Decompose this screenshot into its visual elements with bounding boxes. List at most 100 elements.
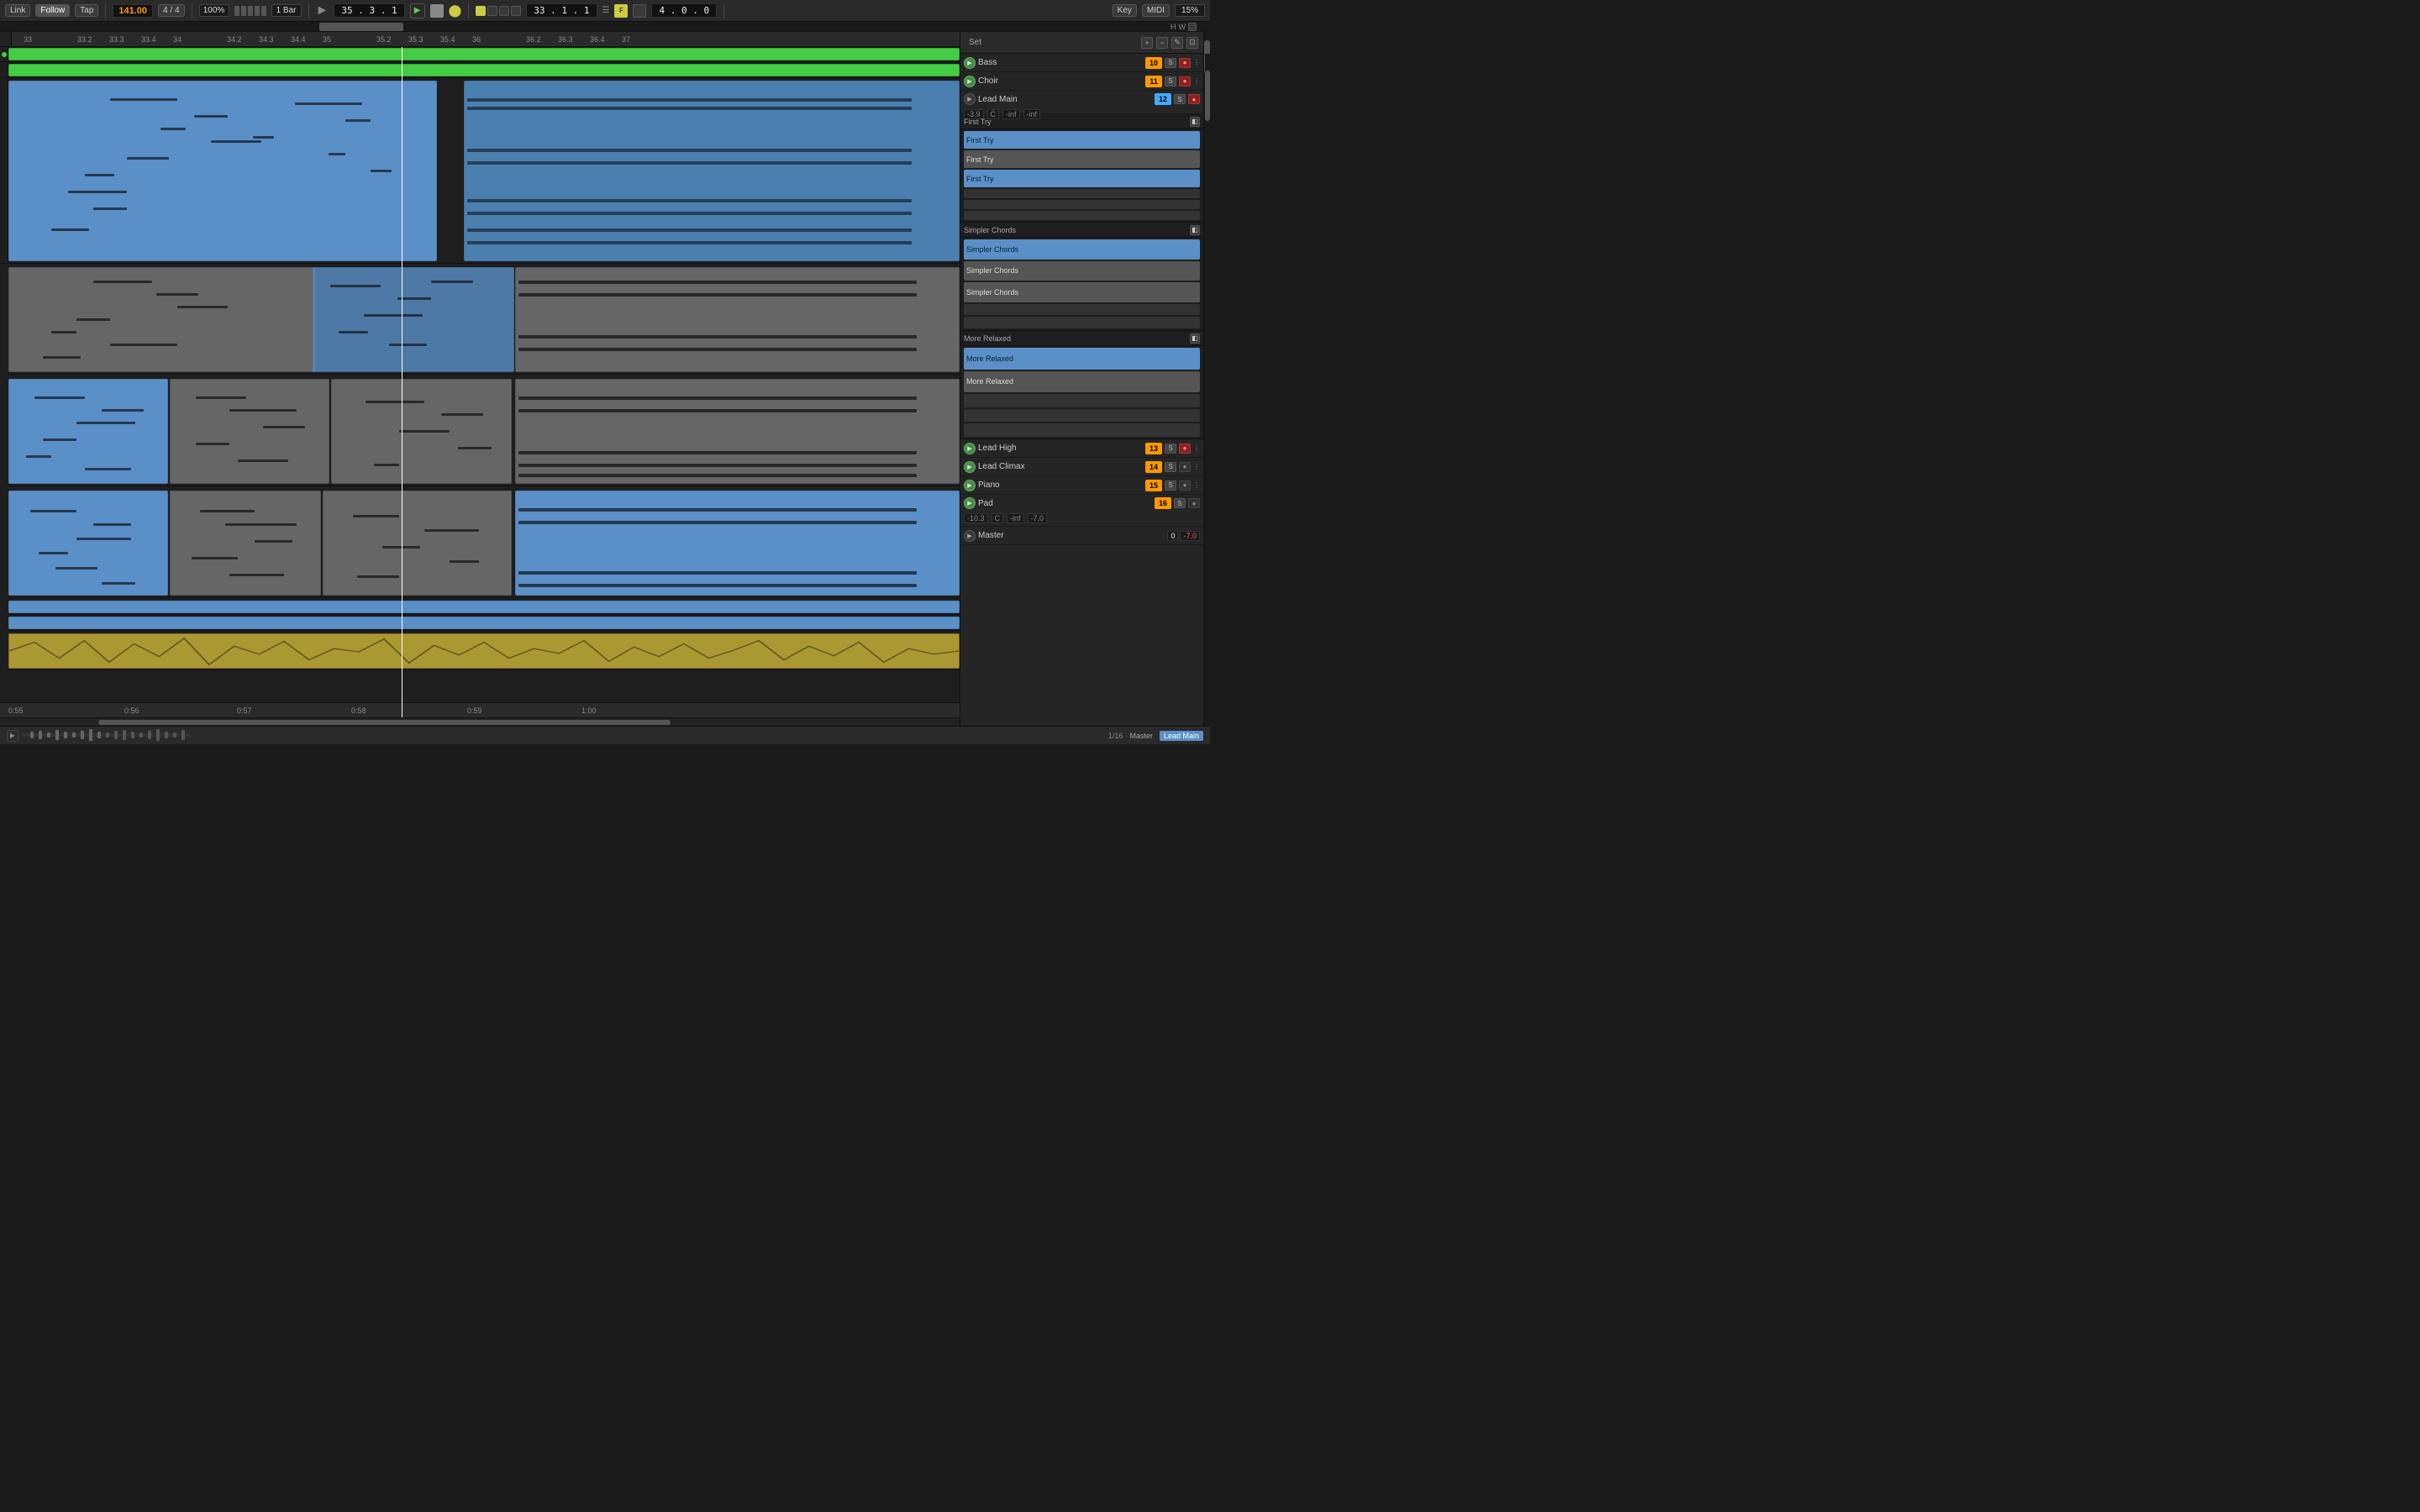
punch-icon[interactable]	[487, 6, 497, 16]
first-try-clip-2[interactable]	[313, 267, 514, 372]
loop-display[interactable]: 33 . 1 . 1	[526, 3, 597, 18]
loop-options-icon[interactable]: ☰	[602, 6, 610, 15]
simpler-clip-4[interactable]	[515, 379, 960, 484]
relaxed-clip-4[interactable]	[515, 491, 960, 596]
pad-piano-clip[interactable]	[8, 633, 960, 669]
first-try-slot-3[interactable]: First Try	[964, 170, 1200, 187]
piano-play-btn[interactable]: ▶	[964, 480, 976, 491]
simpler-clip-3[interactable]	[331, 379, 512, 484]
choir-track-num[interactable]: 11	[1145, 76, 1162, 87]
follow-button[interactable]: Follow	[35, 4, 70, 17]
relaxed-clip-1[interactable]	[8, 491, 168, 596]
quantize-display[interactable]: 1 Bar	[271, 4, 302, 17]
minus-icon[interactable]: −	[1156, 37, 1168, 49]
loop2-icon[interactable]	[633, 4, 646, 18]
first-try-clip-3[interactable]	[515, 267, 960, 372]
lead-main-r-btn[interactable]: ●	[1188, 94, 1200, 104]
first-try-slot-1[interactable]: First Try	[964, 131, 1200, 149]
tracks-area[interactable]: 0:55 0:56 0:57 0:58 0:59 1:00	[0, 47, 960, 717]
h-scrollbar[interactable]	[0, 717, 960, 726]
tempo-display[interactable]: 141.00	[113, 4, 153, 18]
lead-main-clip-1[interactable]	[8, 81, 437, 261]
relaxed-slot-3[interactable]	[964, 394, 1200, 407]
pad-s-btn[interactable]: S	[1174, 498, 1186, 508]
key-button[interactable]: Key	[1113, 4, 1137, 17]
choir-r-btn[interactable]: ●	[1179, 76, 1191, 87]
track-entry-lead-main[interactable]: ▶ Lead Main 12 S ● -3.9 C -inf -inf	[960, 91, 1203, 114]
simpler-slot-4[interactable]	[964, 304, 1200, 316]
simpler-clip-2[interactable]	[170, 379, 329, 484]
simpler-slot-2[interactable]: Simpler Chords	[964, 261, 1200, 281]
pad-r-btn[interactable]: ●	[1188, 498, 1200, 508]
pad-inf2[interactable]: -7.0	[1028, 513, 1048, 523]
bass-expand-icon[interactable]: ⋮	[1193, 59, 1200, 66]
follow-icon[interactable]: F	[614, 4, 628, 18]
simpler-clip-1[interactable]	[8, 379, 168, 484]
bass-track-num[interactable]: 10	[1145, 57, 1162, 69]
lead-main-track-num[interactable]: 12	[1155, 93, 1171, 105]
lead-high-r-btn[interactable]: ●	[1179, 444, 1191, 454]
stop-button[interactable]	[430, 4, 444, 18]
track-entry-piano[interactable]: ▶ Piano 15 S ● ⋮	[960, 476, 1203, 495]
loop-region[interactable]	[319, 23, 403, 31]
zoom-display[interactable]: 100%	[199, 4, 229, 17]
play-button[interactable]: ▶	[410, 3, 425, 18]
lead-main-s-btn[interactable]: S	[1174, 94, 1186, 104]
collapse-icon[interactable]	[1188, 23, 1197, 31]
piano-track-num[interactable]: 15	[1145, 480, 1162, 491]
pad-play-btn[interactable]: ▶	[964, 497, 976, 509]
pad-track-num[interactable]: 16	[1155, 497, 1171, 509]
simpler-collapse-icon[interactable]: ◧	[1190, 225, 1200, 235]
pad-inf1[interactable]: -inf	[1007, 513, 1024, 523]
edit-icon[interactable]: ✎	[1171, 37, 1183, 49]
lead-climax-track-num[interactable]: 14	[1145, 461, 1162, 473]
click-icon[interactable]	[499, 6, 509, 16]
link-button[interactable]: Link	[5, 4, 30, 17]
time-sig[interactable]: 4 / 4	[158, 4, 184, 17]
first-try-slot-4[interactable]	[964, 189, 1200, 198]
metro-icon[interactable]	[511, 6, 521, 16]
bass-r-btn[interactable]: ●	[1179, 58, 1191, 68]
lead-main-play-btn[interactable]: ▶	[964, 93, 976, 105]
simpler-slot-1[interactable]: Simpler Chords	[964, 239, 1200, 260]
arrow-left-icon[interactable]: ►	[316, 3, 329, 18]
track-entry-lead-climax[interactable]: ▶ Lead Climax 14 S ● ⋮	[960, 458, 1203, 476]
relaxed-clip-3[interactable]	[323, 491, 512, 596]
first-try-slot-5[interactable]	[964, 200, 1200, 209]
track-entry-lead-high[interactable]: ▶ Lead High 13 S ● ⋮	[960, 439, 1203, 458]
simpler-slot-5[interactable]	[964, 317, 1200, 328]
bass-s-btn[interactable]: S	[1165, 58, 1176, 68]
h-scroll-thumb[interactable]	[98, 720, 670, 725]
track-entry-bass[interactable]: ▶ Bass 10 S ● ⋮	[960, 54, 1203, 72]
more-relaxed-collapse-icon[interactable]: ◧	[1190, 333, 1200, 344]
camera-icon[interactable]: ⊡	[1186, 37, 1198, 49]
master-play-btn[interactable]: ▶	[964, 530, 976, 542]
choir-play-btn[interactable]: ▶	[964, 76, 976, 87]
lead-high-expand-icon[interactable]: ⋮	[1193, 444, 1200, 452]
relaxed-slot-1[interactable]: More Relaxed	[964, 348, 1200, 370]
first-try-collapse-icon[interactable]: ◧	[1190, 117, 1200, 127]
track-entry-choir[interactable]: ▶ Choir 11 S ● ⋮	[960, 72, 1203, 91]
lead-high-play-btn[interactable]: ▶	[964, 443, 976, 454]
record-button[interactable]: ⬤	[449, 3, 462, 18]
lead-high-track-num[interactable]: 13	[1145, 443, 1162, 454]
first-try-clip-1[interactable]	[8, 267, 315, 372]
loop-icon[interactable]	[476, 6, 486, 16]
loop-end-display[interactable]: 4 . 0 . 0	[651, 3, 717, 18]
piano-expand-icon[interactable]: ⋮	[1193, 481, 1200, 489]
lead-high-clip[interactable]	[8, 601, 960, 613]
pad-key[interactable]: C	[992, 513, 1004, 523]
choir-clip[interactable]	[8, 64, 960, 76]
first-try-slot-2[interactable]: First Try	[964, 150, 1200, 168]
master-db[interactable]: -7.0	[1180, 531, 1200, 541]
position-display[interactable]: 35 . 3 . 1	[334, 3, 404, 18]
lead-climax-s-btn[interactable]: S	[1165, 462, 1176, 472]
lead-climax-expand-icon[interactable]: ⋮	[1193, 463, 1200, 470]
add-icon[interactable]: +	[1141, 37, 1153, 49]
pad-vol[interactable]: -10.3	[964, 513, 988, 523]
bass-clip[interactable]	[8, 48, 960, 60]
piano-r-btn[interactable]: ●	[1179, 480, 1191, 491]
lead-climax-r-btn[interactable]: ●	[1179, 462, 1191, 472]
choir-s-btn[interactable]: S	[1165, 76, 1176, 87]
choir-expand-icon[interactable]: ⋮	[1193, 77, 1200, 85]
